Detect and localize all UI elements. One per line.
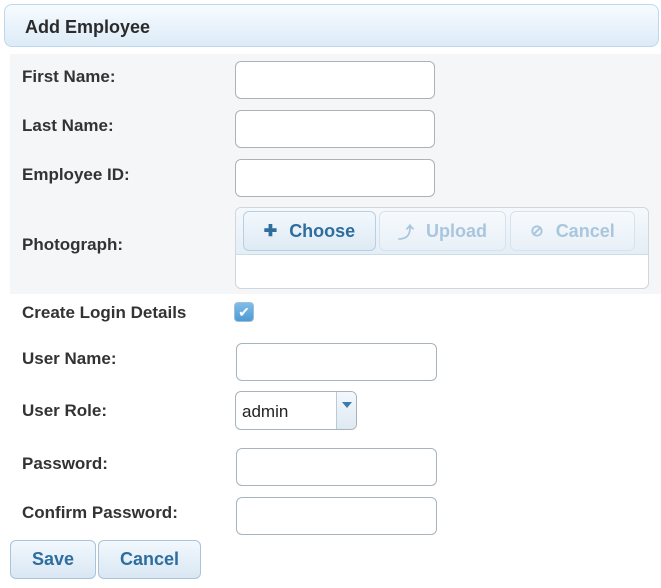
cancel-icon: ⊘ bbox=[530, 223, 544, 240]
user-name-label: User Name: bbox=[22, 349, 117, 368]
choose-button[interactable]: ✚ Choose bbox=[243, 211, 376, 251]
user-name-input[interactable] bbox=[236, 343, 437, 381]
first-name-input[interactable] bbox=[235, 61, 435, 99]
plus-icon: ✚ bbox=[263, 223, 278, 240]
last-name-label: Last Name: bbox=[22, 116, 114, 135]
dropdown-toggle[interactable] bbox=[336, 392, 356, 429]
page-title: Add Employee bbox=[25, 17, 151, 37]
cancel-button[interactable]: Cancel bbox=[98, 540, 201, 579]
employee-id-label: Employee ID: bbox=[22, 165, 130, 184]
panel-header: Add Employee bbox=[4, 4, 659, 47]
password-label: Password: bbox=[22, 454, 108, 473]
upload-button-label: Upload bbox=[426, 220, 487, 241]
first-name-label: First Name: bbox=[22, 67, 116, 86]
photo-uploader: ✚ Choose ⤴ Upload ⊘ Cancel bbox=[235, 207, 649, 289]
save-button[interactable]: Save bbox=[10, 540, 96, 579]
confirm-password-label: Confirm Password: bbox=[22, 503, 178, 522]
choose-button-label: Choose bbox=[289, 220, 356, 241]
create-login-label: Create Login Details bbox=[22, 303, 187, 322]
user-role-value: admin bbox=[242, 402, 289, 421]
checkmark-icon: ✔ bbox=[238, 304, 250, 320]
chevron-down-icon bbox=[342, 402, 352, 408]
create-login-checkbox[interactable]: ✔ bbox=[234, 302, 254, 322]
upload-icon: ⤴ bbox=[397, 225, 414, 242]
user-role-select[interactable]: admin bbox=[235, 391, 357, 430]
cancel-upload-button[interactable]: ⊘ Cancel bbox=[510, 211, 635, 251]
confirm-password-input[interactable] bbox=[236, 497, 437, 535]
upload-button[interactable]: ⤴ Upload bbox=[379, 211, 506, 251]
user-role-label: User Role: bbox=[22, 401, 108, 420]
photograph-label: Photograph: bbox=[22, 235, 124, 254]
uploader-toolbar: ✚ Choose ⤴ Upload ⊘ Cancel bbox=[236, 208, 648, 255]
last-name-input[interactable] bbox=[235, 110, 435, 148]
employee-id-input[interactable] bbox=[235, 159, 435, 197]
password-input[interactable] bbox=[236, 448, 437, 486]
cancel-upload-button-label: Cancel bbox=[555, 220, 615, 241]
